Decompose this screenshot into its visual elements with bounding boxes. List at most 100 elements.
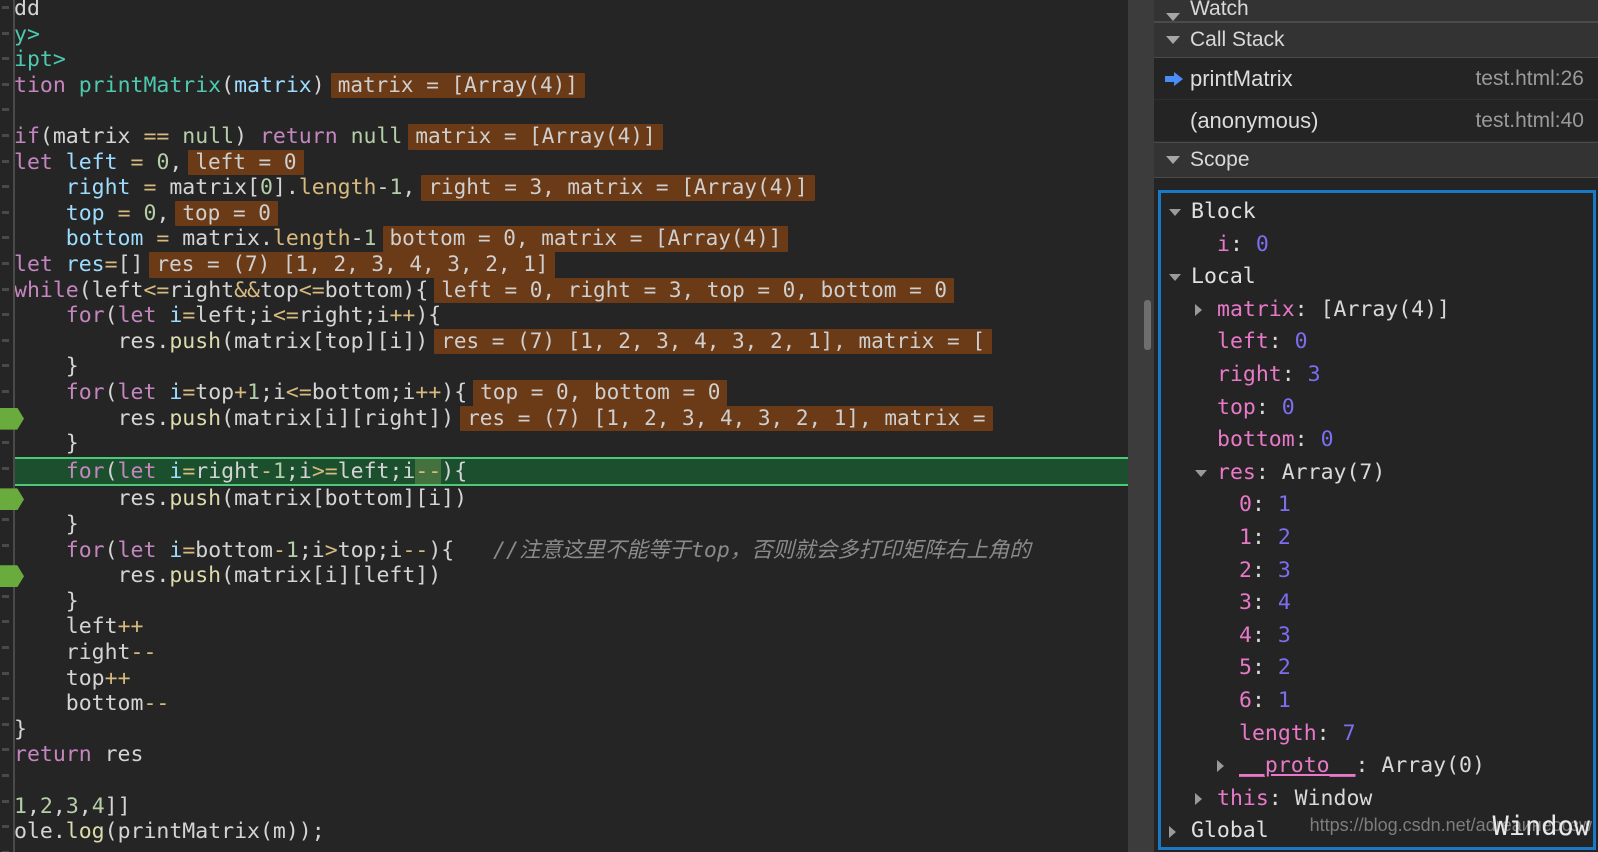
inline-debug-value-hint[interactable]: matrix = [Array(4)] xyxy=(330,72,585,99)
chevron-down-icon[interactable] xyxy=(1169,273,1191,281)
code-line-current-execution[interactable]: for(let i=right-1;i>=left;i--){ xyxy=(0,456,1128,487)
scope-tree-node[interactable]: length: 7 xyxy=(1161,718,1593,751)
code-line[interactable]: bottom = matrix.length-1 bottom = 0, matr… xyxy=(0,226,1128,252)
inline-debug-value-hint[interactable]: bottom = 0, matrix = [Array(4)] xyxy=(382,226,789,252)
scope-node-value[interactable]: Array(7) xyxy=(1282,457,1386,490)
scope-tree-node[interactable]: Global xyxy=(1161,815,1593,847)
inline-debug-value-hint[interactable]: left = 0, right = 3, top = 0, bottom = 0 xyxy=(434,277,955,304)
scope-node-value[interactable]: 0 xyxy=(1321,424,1334,457)
scope-tree-node[interactable]: bottom: 0 xyxy=(1161,424,1593,457)
inline-debug-value-hint[interactable]: right = 3, matrix = [Array(4)] xyxy=(421,175,815,201)
scope-tree-node[interactable]: matrix: [Array(4)] xyxy=(1161,294,1593,327)
code-line[interactable] xyxy=(0,768,1128,794)
scope-node-value[interactable]: 3 xyxy=(1278,555,1291,588)
scope-tree-node[interactable]: 1: 2 xyxy=(1161,522,1593,555)
watch-section-header[interactable]: Watch xyxy=(1154,0,1598,22)
code-line[interactable]: for(let i=top+1;i<=bottom;i++){top = 0, … xyxy=(0,380,1128,406)
code-line[interactable]: } xyxy=(0,589,1128,615)
scope-tree-node[interactable]: 4: 3 xyxy=(1161,620,1593,653)
code-line[interactable]: } xyxy=(0,512,1128,538)
code-line[interactable]: right = matrix[0].length-1, right = 3, ma… xyxy=(0,175,1128,201)
scope-tree-node[interactable]: 0: 1 xyxy=(1161,489,1593,522)
call-stack-frame[interactable]: printMatrix test.html:26 xyxy=(1154,58,1598,100)
code-line[interactable]: res.push(matrix[top][i]) res = (7) [1, 2,… xyxy=(0,328,1128,355)
scope-node-value[interactable]: 1 xyxy=(1278,685,1291,718)
scope-node-value[interactable]: 3 xyxy=(1308,359,1321,392)
code-line[interactable]: } xyxy=(0,354,1128,380)
code-line[interactable]: while(left<=right&&top<=bottom){left = 0… xyxy=(0,277,1128,304)
scope-tree-node[interactable]: 3: 4 xyxy=(1161,587,1593,620)
inline-debug-value-hint[interactable]: res = (7) [1, 2, 3, 4, 3, 2, 1] xyxy=(149,252,556,278)
code-line[interactable]: top++ xyxy=(0,666,1128,692)
code-line[interactable]: top = 0, top = 0 xyxy=(0,200,1128,227)
scope-node-value[interactable]: Window xyxy=(1295,783,1373,816)
code-line[interactable]: ole.log(printMatrix(m)); xyxy=(0,819,1128,845)
chevron-right-icon[interactable] xyxy=(1195,304,1217,317)
scope-section-header[interactable]: Scope xyxy=(1154,142,1598,178)
scope-tree-node[interactable]: 6: 1 xyxy=(1161,685,1593,718)
scope-tree-node[interactable]: left: 0 xyxy=(1161,326,1593,359)
code-line[interactable]: let res=[] res = (7) [1, 2, 3, 4, 3, 2, 1… xyxy=(0,252,1128,278)
code-token: 1 xyxy=(272,458,286,484)
scope-variables-tree[interactable]: Block i: 0 Local matrix: [Array(4)] left: 0r… xyxy=(1158,190,1596,850)
code-line[interactable]: 1,2,3,4]] xyxy=(0,794,1128,820)
code-line[interactable]: } xyxy=(0,431,1128,457)
code-line[interactable]: for(let i=bottom-1;i>top;i--){ //注意这里不能等… xyxy=(0,538,1128,564)
code-line[interactable]: if(matrix == null) return null matrix = [… xyxy=(0,124,1128,150)
code-line[interactable]: } xyxy=(0,717,1128,743)
chevron-down-icon[interactable] xyxy=(1169,208,1191,216)
inline-debug-value-hint[interactable]: matrix = [Array(4)] xyxy=(408,124,663,150)
scope-node-value[interactable]: 2 xyxy=(1278,522,1291,555)
chevron-right-icon[interactable] xyxy=(1217,760,1239,773)
scope-node-value[interactable]: Array(0) xyxy=(1381,750,1485,783)
code-editor-content[interactable]: dd y> ipt> tion printMatrix(matrix) matrix =… xyxy=(0,0,1128,852)
inline-debug-value-hint[interactable]: top = 0 xyxy=(175,200,278,227)
code-line[interactable]: left++ xyxy=(0,614,1128,640)
code-line[interactable]: return res xyxy=(0,742,1128,768)
scope-tree-node[interactable]: Local xyxy=(1161,261,1593,294)
scope-node-value[interactable]: 0 xyxy=(1295,326,1308,359)
code-line[interactable]: res.push(matrix[i][right]) res = (7) [1, … xyxy=(0,405,1128,432)
chevron-right-icon[interactable] xyxy=(1169,825,1191,838)
code-line[interactable]: bottom-- xyxy=(0,691,1128,717)
code-line[interactable]: ipt> xyxy=(0,47,1128,73)
inline-debug-value-hint[interactable]: res = (7) [1, 2, 3, 4, 3, 2, 1], matrix … xyxy=(434,328,992,355)
code-line[interactable]: res.push(matrix[i][left]) xyxy=(0,563,1128,589)
code-line[interactable]: y> xyxy=(0,22,1128,48)
scope-node-value[interactable]: 0 xyxy=(1256,229,1269,262)
scope-node-value[interactable]: 0 xyxy=(1282,392,1295,425)
inline-debug-value-hint[interactable]: res = (7) [1, 2, 3, 4, 3, 2, 1], matrix … xyxy=(460,405,993,432)
scope-node-value[interactable]: [Array(4)] xyxy=(1321,294,1450,327)
inline-debug-value-hint[interactable]: top = 0, bottom = 0 xyxy=(473,380,728,406)
scope-tree-node[interactable]: i: 0 xyxy=(1161,229,1593,262)
scope-tree-node[interactable]: top: 0 xyxy=(1161,392,1593,425)
code-line[interactable]: let left = 0, left = 0 xyxy=(0,149,1128,176)
editor-scrollbar-thumb[interactable] xyxy=(1144,300,1151,350)
scope-tree-node[interactable]: 5: 2 xyxy=(1161,652,1593,685)
code-line[interactable]: tion printMatrix(matrix) matrix = [Array(… xyxy=(0,72,1128,99)
scope-node-value[interactable]: 1 xyxy=(1278,489,1291,522)
code-line[interactable]: right-- xyxy=(0,640,1128,666)
code-line[interactable]: res.push(matrix[bottom][i]) xyxy=(0,486,1128,512)
call-stack-section-header[interactable]: Call Stack xyxy=(1154,22,1598,58)
pane-divider[interactable] xyxy=(1128,0,1154,852)
code-line[interactable] xyxy=(0,98,1128,124)
scope-node-value[interactable]: 2 xyxy=(1278,652,1291,685)
scope-tree-node[interactable]: __proto__: Array(0) xyxy=(1161,750,1593,783)
chevron-right-icon[interactable] xyxy=(1195,792,1217,805)
scope-node-value[interactable]: 7 xyxy=(1343,718,1356,751)
scope-tree-node[interactable]: right: 3 xyxy=(1161,359,1593,392)
source-code-pane[interactable]: dd y> ipt> tion printMatrix(matrix) matrix =… xyxy=(0,0,1128,852)
scope-tree-node[interactable]: this: Window xyxy=(1161,783,1593,816)
scope-tree-node[interactable]: res: Array(7) xyxy=(1161,457,1593,490)
scope-node-value[interactable]: 4 xyxy=(1278,587,1291,620)
call-stack-frame[interactable]: (anonymous) test.html:40 xyxy=(1154,100,1598,142)
scope-tree-node[interactable]: 2: 3 xyxy=(1161,555,1593,588)
code-line[interactable]: dd xyxy=(0,0,1128,22)
scope-tree-node[interactable]: Block xyxy=(1161,196,1593,229)
code-token: res xyxy=(65,252,105,277)
scope-node-value[interactable]: 3 xyxy=(1278,620,1291,653)
chevron-down-icon[interactable] xyxy=(1195,469,1217,477)
code-line[interactable]: for(let i=left;i<=right;i++){ xyxy=(0,303,1128,329)
inline-debug-value-hint[interactable]: left = 0 xyxy=(188,149,304,176)
